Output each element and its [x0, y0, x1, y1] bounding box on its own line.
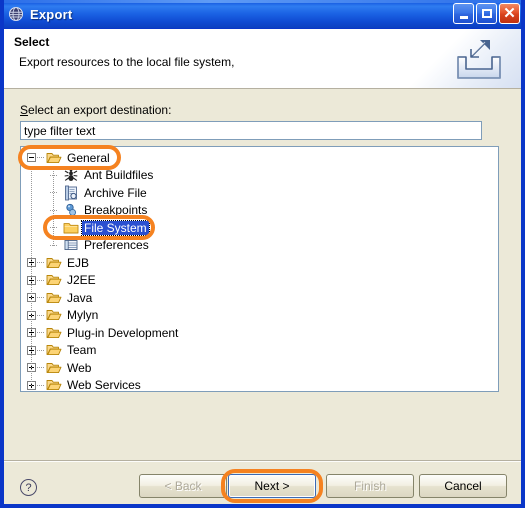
folder-open-icon — [46, 290, 62, 306]
tree-connector — [50, 209, 58, 211]
help-button[interactable]: ? — [20, 479, 37, 496]
tree-connector — [37, 349, 45, 351]
finish-button: Finish — [326, 474, 414, 498]
tree-connector — [50, 244, 58, 246]
tree-collapse-icon[interactable] — [27, 153, 36, 162]
help-icon: ? — [25, 481, 32, 494]
tree-item-j2ee[interactable]: J2EE — [27, 272, 98, 289]
folder-open-icon — [46, 255, 62, 271]
tree-item-label: General — [67, 150, 110, 165]
tree-item-team[interactable]: Team — [27, 342, 98, 359]
tree-item-label: Ant Buildfiles — [84, 168, 154, 182]
tree-item-label: File System — [81, 219, 150, 236]
tree-item-label: Preferences — [84, 238, 149, 252]
tree-item-breakpoints[interactable]: Breakpoints — [49, 202, 149, 219]
folder-open-icon — [46, 150, 62, 166]
tree-connector — [37, 384, 45, 386]
tree-item-plug-in-development[interactable]: Plug-in Development — [27, 324, 180, 341]
tree-item-label: Plug-in Development — [67, 325, 179, 340]
tree-connector — [50, 192, 58, 193]
tree-item-web-services[interactable]: Web Services — [27, 377, 143, 392]
tree-guide-line — [53, 166, 54, 247]
title-bar[interactable]: Export ✕ — [4, 0, 521, 29]
page-subtitle: Export resources to the local file syste… — [19, 55, 235, 69]
cancel-button[interactable]: Cancel — [419, 474, 507, 498]
maximize-button[interactable] — [476, 3, 497, 24]
tree-item-ant-buildfiles[interactable]: Ant Buildfiles — [49, 167, 155, 184]
close-button[interactable]: ✕ — [499, 3, 520, 24]
folder-open-icon — [46, 360, 62, 376]
folder-open-icon — [46, 342, 62, 358]
finish-button-label: Finish — [353, 479, 386, 493]
minimize-button[interactable] — [453, 3, 474, 24]
tree-item-mylyn[interactable]: Mylyn — [27, 307, 100, 324]
folder-open-icon — [46, 272, 62, 288]
tree-item-label: Mylyn — [67, 308, 99, 322]
window-title: Export — [30, 6, 73, 22]
destination-label-mnemonic: S — [20, 103, 29, 117]
breakpoint-icon — [63, 202, 79, 218]
preferences-icon — [63, 237, 79, 253]
tree-connector — [50, 227, 58, 228]
tree-item-label: Java — [67, 290, 93, 305]
export-dialog-window: Export ✕ Select Export resources to the … — [0, 0, 525, 508]
export-wizard-icon — [449, 35, 509, 83]
folder-open-icon — [46, 377, 62, 391]
folder-open-icon — [46, 325, 62, 341]
eclipse-globe-icon — [8, 6, 24, 22]
back-button: < Back — [139, 474, 227, 498]
tree-item-label: EJB — [67, 255, 90, 270]
tree-item-ejb[interactable]: EJB — [27, 254, 91, 271]
tree-connector — [37, 157, 45, 158]
tree-item-web[interactable]: Web — [27, 359, 93, 376]
tree-item-label: Breakpoints — [84, 203, 148, 217]
tree-item-archive-file[interactable]: Archive File — [49, 184, 149, 201]
wizard-header: Select Export resources to the local fil… — [4, 29, 521, 89]
tree-connector — [37, 367, 45, 368]
folder-open-icon — [46, 307, 62, 323]
tree-connector — [37, 262, 45, 263]
cancel-button-label: Cancel — [444, 479, 482, 493]
tree-item-label: Archive File — [84, 185, 147, 200]
footer-separator — [4, 460, 521, 462]
tree-item-file-system[interactable]: File System — [49, 219, 150, 236]
back-button-label: < Back — [164, 479, 202, 493]
tree-guide-line — [31, 166, 32, 387]
tree-connector — [50, 174, 58, 176]
destination-label: Select an export destination: — [20, 103, 171, 117]
tree-connector — [37, 314, 45, 316]
tree-connector — [37, 297, 45, 298]
tree-item-java[interactable]: Java — [27, 289, 94, 306]
close-icon: ✕ — [503, 4, 516, 22]
tree-item-label: Web — [67, 360, 92, 375]
next-button-label: Next > — [254, 479, 290, 493]
tree-item-label: J2EE — [67, 273, 96, 287]
tree-item-general[interactable]: General — [27, 149, 112, 166]
tree-item-preferences[interactable]: Preferences — [49, 237, 151, 254]
tree-connector — [37, 279, 45, 281]
window-controls: ✕ — [453, 3, 520, 24]
ant-icon — [63, 167, 79, 183]
archive-file-icon — [63, 185, 79, 201]
destination-label-text: elect an export destination: — [28, 103, 172, 117]
tree-item-label: Web Services — [67, 378, 141, 392]
page-title: Select — [14, 35, 50, 49]
tree-item-label: Team — [67, 343, 97, 357]
export-destination-tree[interactable]: General Ant Buildfiles Archive File Breakpo… — [20, 146, 499, 392]
folder-icon — [63, 220, 79, 236]
next-button[interactable]: Next > — [228, 474, 316, 498]
filter-input[interactable] — [20, 121, 482, 140]
tree-connector — [37, 332, 45, 333]
dialog-body: Select an export destination: General Ant… — [4, 89, 521, 504]
